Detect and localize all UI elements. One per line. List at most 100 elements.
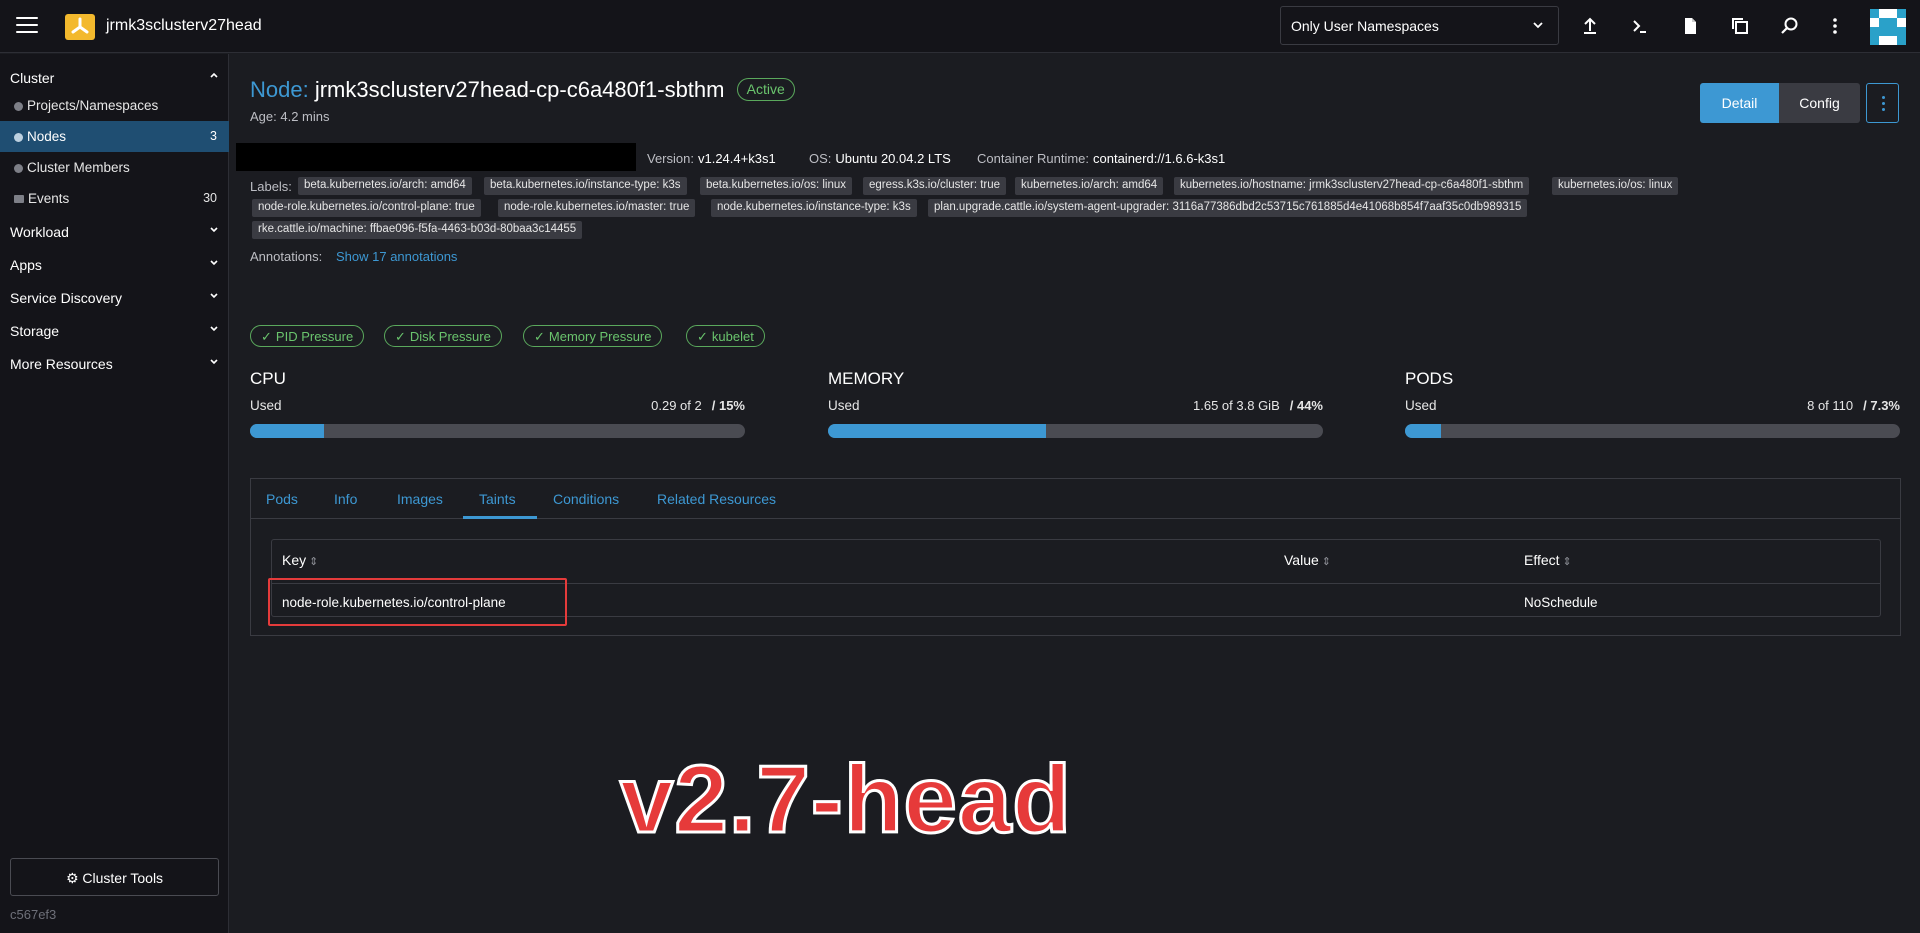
sort-icon: ⇕	[1562, 556, 1572, 568]
sidebar-group-label: Apps	[10, 257, 42, 273]
cpu-gauge-title: CPU	[250, 369, 286, 388]
runtime-value: containerd://1.6.6-k3s1	[1093, 151, 1226, 166]
column-header-label: Effect	[1524, 552, 1560, 568]
pods-progress-fill	[1405, 424, 1442, 438]
label-chip: node.kubernetes.io/instance-type: k3s	[711, 199, 917, 217]
check-icon: ✓	[697, 329, 708, 344]
sidebar-group-label: Service Discovery	[10, 290, 123, 306]
sidebar-item-projects-namespaces[interactable]: Projects/Namespaces	[0, 90, 229, 121]
detail-view-button[interactable]: Detail	[1700, 83, 1779, 123]
cpu-percent: / 15%	[711, 398, 745, 413]
condition-label: PID Pressure	[275, 329, 354, 344]
download-kubeconfig-icon[interactable]	[1679, 15, 1701, 37]
condition-label: Memory Pressure	[548, 329, 652, 344]
column-header-effect[interactable]: Effect ⇕	[1524, 552, 1572, 568]
version-value: v1.24.4+k3s1	[697, 151, 776, 166]
label-chip: beta.kubernetes.io/arch: amd64	[298, 177, 472, 195]
condition-badge-pid-pressure: ✓ PID Pressure	[250, 325, 365, 347]
condition-label: Disk Pressure	[409, 329, 491, 344]
chevron-up-icon	[210, 72, 218, 78]
version-label: Version:	[647, 151, 694, 166]
show-annotations-link[interactable]: Show 17 annotations	[336, 249, 457, 264]
tab-bar: Pods Info Images Taints Conditions Relat…	[251, 479, 1900, 519]
cluster-tools-label: Cluster Tools	[82, 870, 164, 886]
user-avatar[interactable]	[1870, 9, 1906, 45]
sidebar-item-events[interactable]: Events 30	[0, 183, 229, 214]
sidebar-group-more-resources[interactable]: More Resources	[0, 346, 229, 374]
memory-amount: 1.65 of 3.8 GiB	[1193, 398, 1280, 413]
resource-type-label[interactable]: Node:	[250, 77, 309, 102]
condition-badge-disk-pressure: ✓ Disk Pressure	[384, 325, 502, 347]
sidebar-group-label: Workload	[10, 224, 69, 240]
pods-used-value: 8 of 110 / 7.3%	[1700, 398, 1900, 413]
sort-icon: ⇕	[309, 556, 319, 568]
pods-used-label: Used	[1405, 398, 1437, 413]
memory-progress-bar	[828, 424, 1323, 438]
chevron-down-icon	[210, 260, 218, 266]
actions-menu-button[interactable]	[1866, 83, 1899, 123]
sidebar-group-service-discovery[interactable]: Service Discovery	[0, 280, 229, 308]
folder-icon	[14, 195, 24, 203]
os-value: Ubuntu 20.04.2 LTS	[835, 151, 951, 166]
column-header-label: Key	[282, 552, 307, 568]
chevron-down-icon	[210, 293, 218, 299]
tab-info[interactable]: Info	[334, 491, 357, 507]
status-badge: Active	[736, 78, 795, 101]
label-chip: kubernetes.io/arch: amd64	[1015, 177, 1164, 195]
version-overlay-text: v2.7-head	[619, 745, 1073, 855]
sidebar-item-cluster-members[interactable]: Cluster Members	[0, 152, 229, 183]
pods-gauge-title: PODS	[1405, 369, 1454, 388]
tab-taints[interactable]: Taints	[479, 491, 516, 507]
column-header-value[interactable]: Value ⇕	[1284, 552, 1331, 568]
pods-amount: 8 of 110	[1807, 398, 1854, 413]
tab-conditions[interactable]: Conditions	[553, 491, 619, 507]
chevron-down-icon	[1533, 22, 1543, 29]
search-icon[interactable]	[1779, 15, 1801, 37]
cluster-tools-button[interactable]: ⚙ Cluster Tools	[10, 858, 219, 896]
condition-label: kubelet	[711, 329, 754, 344]
sidebar-item-count: 3	[210, 129, 217, 143]
cluster-name: jrmk3sclusterv27head	[106, 17, 262, 34]
label-chip: plan.upgrade.cattle.io/system-agent-upgr…	[928, 199, 1528, 217]
copy-kubeconfig-icon[interactable]	[1729, 15, 1751, 37]
runtime-label: Container Runtime:	[977, 151, 1089, 166]
memory-progress-fill	[828, 424, 1046, 438]
sidebar-item-label: Nodes	[27, 129, 67, 144]
cpu-used-label: Used	[250, 398, 282, 413]
condition-badge-kubelet: ✓ kubelet	[686, 325, 765, 347]
sidebar-group-apps[interactable]: Apps	[0, 247, 229, 275]
resource-dot-icon	[14, 133, 23, 142]
memory-used-value: 1.65 of 3.8 GiB / 44%	[1123, 398, 1323, 413]
cpu-progress-fill	[250, 424, 325, 438]
memory-gauge-title: MEMORY	[828, 369, 905, 388]
node-container-runtime: Container Runtime: containerd://1.6.6-k3s…	[977, 151, 1225, 166]
pods-progress-bar	[1405, 424, 1900, 438]
label-chip: kubernetes.io/hostname: jrmk3sclusterv27…	[1174, 177, 1530, 195]
sidebar-group-workload[interactable]: Workload	[0, 214, 229, 242]
sidebar-group-cluster[interactable]: Cluster	[0, 60, 229, 88]
chevron-down-icon	[210, 359, 218, 365]
tab-pods[interactable]: Pods	[266, 491, 298, 507]
chevron-down-icon	[210, 227, 218, 233]
namespace-filter-select[interactable]: Only User Namespaces	[1280, 6, 1559, 45]
column-header-key[interactable]: Key ⇕	[282, 552, 318, 568]
kubectl-shell-icon[interactable]	[1629, 15, 1651, 37]
sidebar-group-storage[interactable]: Storage	[0, 313, 229, 341]
pods-percent: / 7.3%	[1863, 398, 1900, 413]
menu-icon[interactable]	[16, 17, 38, 35]
sidebar-item-nodes[interactable]: Nodes 3	[0, 121, 229, 152]
label-chip: kubernetes.io/os: linux	[1552, 177, 1679, 195]
active-tab-indicator	[463, 516, 537, 519]
tab-related-resources[interactable]: Related Resources	[657, 491, 776, 507]
label-chip: node-role.kubernetes.io/master: true	[498, 199, 696, 217]
more-vertical-icon[interactable]	[1824, 15, 1846, 37]
cpu-used-value: 0.29 of 2 / 15%	[545, 398, 745, 413]
redacted-area	[236, 143, 636, 171]
config-view-button[interactable]: Config	[1779, 83, 1860, 123]
node-version: Version: v1.24.4+k3s1	[647, 151, 776, 166]
annotation-highlight-box	[268, 578, 567, 626]
upload-icon[interactable]	[1579, 15, 1601, 37]
page-title: Node: jrmk3sclusterv27head-cp-c6a480f1-s…	[250, 77, 795, 103]
check-icon: ✓	[261, 329, 272, 344]
tab-images[interactable]: Images	[397, 491, 443, 507]
